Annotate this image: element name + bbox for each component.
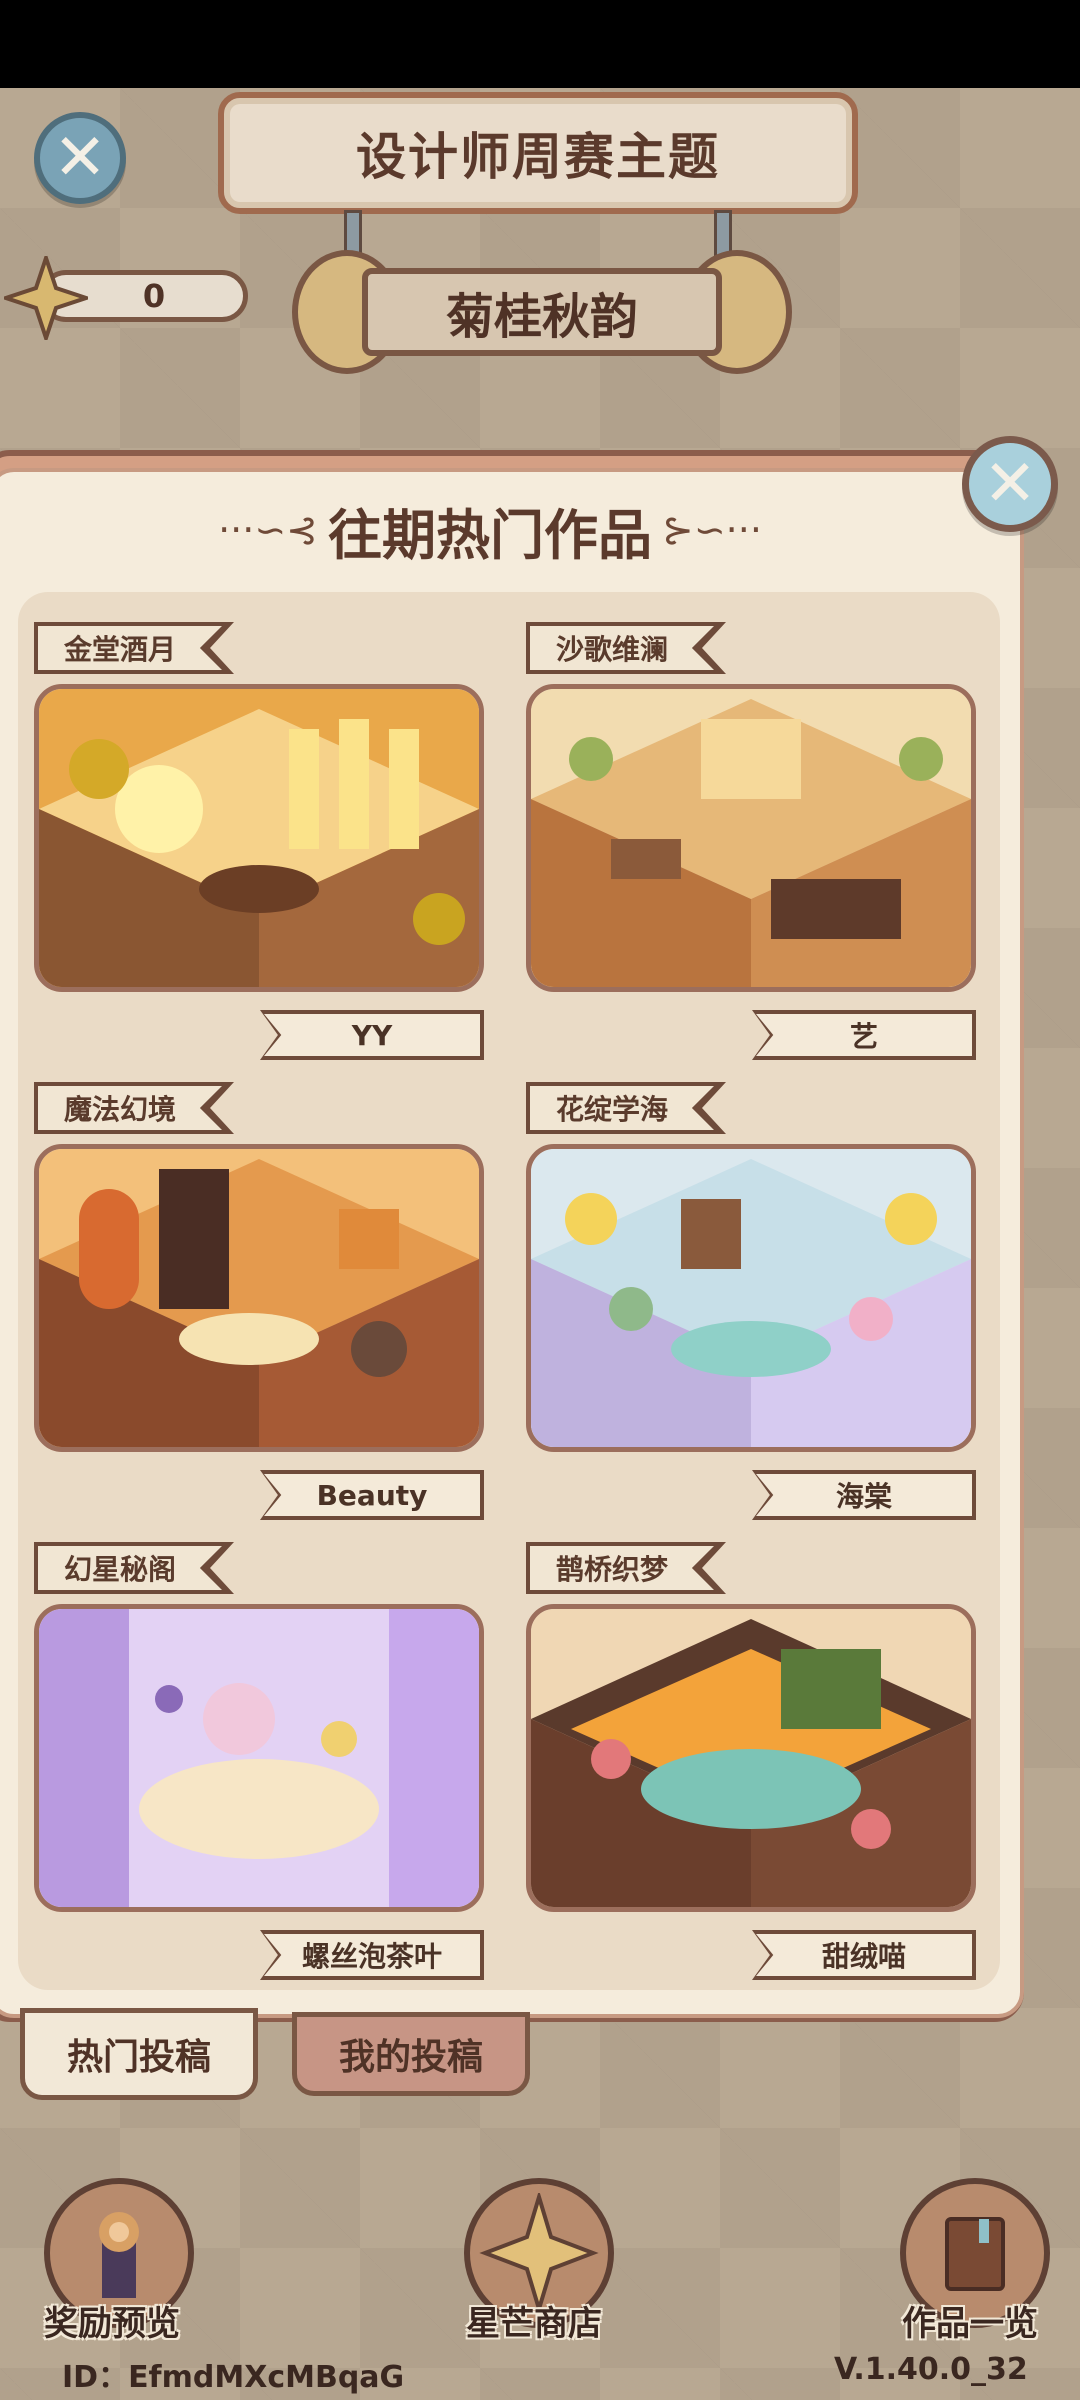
work-thumbnail[interactable] bbox=[34, 1144, 484, 1452]
ornament-left-icon: ···∽⊰ bbox=[218, 508, 318, 552]
room-illustration bbox=[531, 1149, 971, 1447]
star-icon bbox=[4, 256, 88, 340]
title-sign: 设计师周赛主题 bbox=[218, 92, 858, 214]
work-card[interactable]: 花绽学海 海棠 bbox=[526, 1082, 976, 1522]
status-bar bbox=[0, 0, 1080, 88]
trophy-icon bbox=[99, 2212, 139, 2298]
panel-heading: ···∽⊰ 往期热门作品 ⊱∽··· bbox=[140, 490, 840, 570]
work-name: 鹊桥织梦 bbox=[530, 1546, 714, 1590]
author-name: YY bbox=[264, 1014, 480, 1056]
author-name: 螺丝泡茶叶 bbox=[264, 1934, 480, 1976]
work-thumbnail[interactable] bbox=[34, 684, 484, 992]
player-id: ID：EfmdMXcMBqaG bbox=[62, 2360, 405, 2395]
close-panel-button[interactable]: ✕ bbox=[962, 436, 1058, 532]
work-name: 沙歌维澜 bbox=[530, 626, 714, 670]
theme-board: 菊桂秋韵 bbox=[362, 268, 722, 356]
theme-name: 菊桂秋韵 bbox=[445, 289, 638, 345]
ornament-right-icon: ⊱∽··· bbox=[662, 508, 762, 552]
room-illustration bbox=[39, 1609, 479, 1907]
work-thumbnail[interactable] bbox=[34, 1604, 484, 1912]
work-name: 幻星秘阁 bbox=[38, 1546, 222, 1590]
work-card[interactable]: 金堂酒月 YY bbox=[34, 622, 484, 1062]
work-thumbnail[interactable] bbox=[526, 684, 976, 992]
work-name: 金堂酒月 bbox=[38, 626, 222, 670]
work-card[interactable]: 沙歌维澜 艺 bbox=[526, 622, 976, 1062]
close-button[interactable]: ✕ bbox=[34, 112, 126, 204]
tab-label: 我的投稿 bbox=[338, 2037, 483, 2078]
version-text: V.1.40.0_32 bbox=[834, 2352, 1028, 2387]
work-card[interactable]: 鹊桥织梦 甜绒喵 bbox=[526, 1542, 976, 1982]
theme-sign: 菊桂秋韵 bbox=[292, 250, 792, 374]
page-title: 设计师周赛主题 bbox=[356, 128, 720, 186]
tab-my-submissions[interactable]: 我的投稿 bbox=[292, 2012, 530, 2096]
room-illustration bbox=[39, 689, 479, 987]
room-illustration bbox=[39, 1149, 479, 1447]
rewards-preview-label: 奖励预览 bbox=[44, 2304, 180, 2344]
tab-label: 热门投稿 bbox=[66, 2037, 211, 2078]
works-list-label: 作品一览 bbox=[902, 2304, 1038, 2344]
panel-title: 往期热门作品 bbox=[328, 503, 652, 567]
author-name: 海棠 bbox=[756, 1474, 972, 1516]
close-icon: ✕ bbox=[53, 121, 107, 195]
tab-hot-submissions[interactable]: 热门投稿 bbox=[20, 2008, 258, 2100]
close-icon: ✕ bbox=[983, 447, 1037, 521]
work-thumbnail[interactable] bbox=[526, 1604, 976, 1912]
work-name: 魔法幻境 bbox=[38, 1086, 222, 1130]
author-name: 艺 bbox=[756, 1014, 972, 1056]
book-icon bbox=[945, 2217, 1005, 2291]
room-illustration bbox=[531, 1609, 971, 1907]
work-card[interactable]: 魔法幻境 Beauty bbox=[34, 1082, 484, 1522]
room-illustration bbox=[531, 689, 971, 987]
work-thumbnail[interactable] bbox=[526, 1144, 976, 1452]
star-count: 0 bbox=[142, 277, 166, 315]
star-shop-label: 星芒商店 bbox=[466, 2304, 602, 2344]
author-name: 甜绒喵 bbox=[756, 1934, 972, 1976]
author-name: Beauty bbox=[264, 1474, 480, 1516]
work-name: 花绽学海 bbox=[530, 1086, 714, 1130]
work-card[interactable]: 幻星秘阁 螺丝泡茶叶 bbox=[34, 1542, 484, 1982]
star-shop-icon bbox=[479, 2193, 599, 2313]
